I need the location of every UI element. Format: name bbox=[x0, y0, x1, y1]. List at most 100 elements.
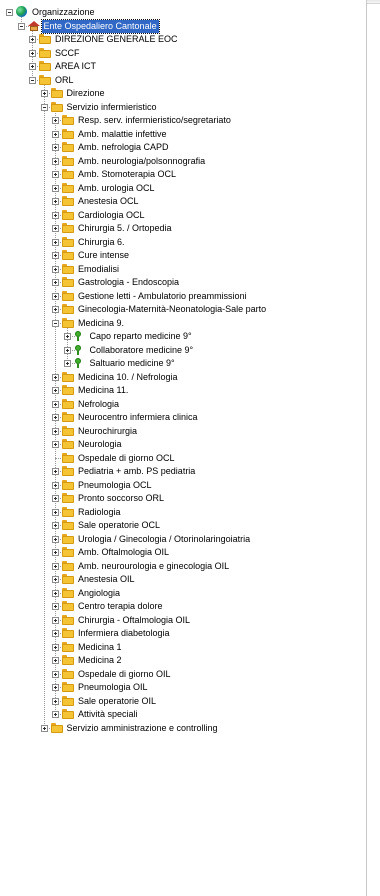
tree-node-pneumologia-ocl[interactable]: Pneumologia OCL bbox=[0, 479, 367, 492]
tree-node-sccf[interactable]: SCCF bbox=[0, 47, 367, 60]
expand-icon[interactable] bbox=[52, 117, 59, 124]
tree-node-sale-operatorie-oil[interactable]: Sale operatorie OIL bbox=[0, 695, 367, 708]
expand-icon[interactable] bbox=[29, 49, 36, 57]
expand-icon[interactable] bbox=[52, 535, 59, 543]
expand-icon[interactable] bbox=[52, 616, 59, 624]
tree-node-amb-oftalmologia-oil[interactable]: Amb. Oftalmologia OIL bbox=[0, 546, 367, 559]
collapse-icon[interactable] bbox=[6, 9, 13, 16]
expand-icon[interactable] bbox=[52, 252, 59, 259]
expand-icon[interactable] bbox=[52, 265, 59, 273]
tree-node-ospedale-di-giorno-oil[interactable]: Ospedale di giorno OIL bbox=[0, 668, 367, 681]
expand-icon[interactable] bbox=[52, 562, 59, 570]
tree-node-amb-neurourologia-e-ginecologia-oil[interactable]: Amb. neurourologia e ginecologia OIL bbox=[0, 560, 367, 573]
expand-icon[interactable] bbox=[52, 292, 59, 300]
expand-icon[interactable] bbox=[52, 225, 59, 232]
tree-node-anestesia-oil[interactable]: Anestesia OIL bbox=[0, 573, 367, 586]
expand-icon[interactable] bbox=[52, 576, 59, 583]
tree-node-sale-operatorie-ocl[interactable]: Sale operatorie OCL bbox=[0, 519, 367, 532]
tree-node-radiologia[interactable]: Radiologia bbox=[0, 506, 367, 519]
tree-node-emodialisi[interactable]: Emodialisi bbox=[0, 263, 367, 276]
tree-node-pediatria-amb-ps-pediatria[interactable]: Pediatria + amb. PS pediatria bbox=[0, 465, 367, 478]
expand-icon[interactable] bbox=[52, 414, 59, 421]
tree-node-cure-intense[interactable]: Cure intense bbox=[0, 249, 367, 262]
tree-node-direzione[interactable]: Direzione bbox=[0, 87, 367, 100]
tree-node-direzione-generale-eoc[interactable]: DIREZIONE GENERALE EOC bbox=[0, 33, 367, 46]
tree-node-saltuario-medicine-9[interactable]: Saltuario medicine 9° bbox=[0, 357, 367, 370]
tree-node-urologia-ginecologia-otorinolaringoiatria[interactable]: Urologia / Ginecologia / Otorinolaringoi… bbox=[0, 533, 367, 546]
collapse-icon[interactable] bbox=[17, 22, 25, 30]
expand-icon[interactable] bbox=[52, 184, 59, 192]
tree-node-area-ict[interactable]: AREA ICT bbox=[0, 60, 367, 73]
expand-icon[interactable] bbox=[52, 495, 59, 502]
tree-node-servizio-amministrazione-e-controlling[interactable]: Servizio amministrazione e controlling bbox=[0, 722, 367, 735]
expand-icon[interactable] bbox=[40, 724, 48, 732]
expand-icon[interactable] bbox=[52, 468, 59, 475]
collapse-icon[interactable] bbox=[52, 319, 59, 327]
organization-tree[interactable]: Organizzazione Ente Ospedaliero Cantonale… bbox=[0, 0, 367, 896]
tree-node-capo-reparto-medicine-9[interactable]: Capo reparto medicine 9° bbox=[0, 330, 367, 343]
expand-icon[interactable] bbox=[52, 238, 59, 246]
expand-icon[interactable] bbox=[52, 441, 59, 448]
expand-icon[interactable] bbox=[52, 549, 59, 556]
tree-node-neurologia[interactable]: Neurologia bbox=[0, 438, 367, 451]
tree-node-servizio-infermieristico[interactable]: Servizio infermieristico bbox=[0, 101, 367, 114]
tree-node-angiologia[interactable]: Angiologia bbox=[0, 587, 367, 600]
tree-node-chirurgia-5-ortopedia[interactable]: Chirurgia 5. / Ortopedia bbox=[0, 222, 367, 235]
expand-icon[interactable] bbox=[52, 670, 59, 678]
expand-icon[interactable] bbox=[52, 643, 59, 651]
tree-node-resp-serv-infermieristico-segretariato[interactable]: Resp. serv. infermieristico/segretariato bbox=[0, 114, 367, 127]
tree-node-neurocentro-infermiera-clinica[interactable]: Neurocentro infermiera clinica bbox=[0, 411, 367, 424]
expand-icon[interactable] bbox=[29, 63, 36, 70]
tree-node-amb-nefrologia-capd[interactable]: Amb. nefrologia CAPD bbox=[0, 141, 367, 154]
tree-node-medicina-10-nefrologia[interactable]: Medicina 10. / Nefrologia bbox=[0, 371, 367, 384]
tree-node-cardiologia-ocl[interactable]: Cardiologia OCL bbox=[0, 209, 367, 222]
expand-icon[interactable] bbox=[52, 711, 59, 718]
tree-node-amb-malattie-infettive[interactable]: Amb. malattie infettive bbox=[0, 128, 367, 141]
collapse-icon[interactable] bbox=[40, 103, 48, 111]
tree-node-nefrologia[interactable]: Nefrologia bbox=[0, 398, 367, 411]
expand-icon[interactable] bbox=[52, 373, 59, 381]
collapse-icon[interactable] bbox=[29, 76, 36, 84]
tree-node-medicina-2[interactable]: Medicina 2 bbox=[0, 654, 367, 667]
expand-icon[interactable] bbox=[52, 387, 59, 394]
expand-icon[interactable] bbox=[52, 657, 59, 664]
expand-icon[interactable] bbox=[52, 198, 59, 205]
tree-node-pneumologia-oil[interactable]: Pneumologia OIL bbox=[0, 681, 367, 694]
tree-node-medicina-9[interactable]: Medicina 9. bbox=[0, 317, 367, 330]
tree-node-gastrologia-endoscopia[interactable]: Gastrologia - Endoscopia bbox=[0, 276, 367, 289]
expand-icon[interactable] bbox=[63, 360, 71, 367]
tree-node-neurochirurgia[interactable]: Neurochirurgia bbox=[0, 425, 367, 438]
expand-icon[interactable] bbox=[52, 400, 59, 408]
expand-icon[interactable] bbox=[52, 279, 59, 286]
tree-node-attivita-speciali[interactable]: Attività speciali bbox=[0, 708, 367, 721]
expand-icon[interactable] bbox=[52, 603, 59, 610]
tree-node-amb-neurologia-polsonnografia[interactable]: Amb. neurologia/polsonnografia bbox=[0, 155, 367, 168]
expand-icon[interactable] bbox=[52, 630, 59, 637]
tree-node-ginecologia-maternita-neonatologia-sale-parto[interactable]: Ginecologia-Maternità-Neonatologia-Sale … bbox=[0, 303, 367, 316]
expand-icon[interactable] bbox=[52, 481, 59, 489]
tree-node-ospedale-di-giorno-ocl[interactable]: Ospedale di giorno OCL bbox=[0, 452, 367, 465]
tree-node-centro-terapia-dolore[interactable]: Centro terapia dolore bbox=[0, 600, 367, 613]
tree-node-orl[interactable]: ORL bbox=[0, 74, 367, 87]
expand-icon[interactable] bbox=[52, 144, 59, 151]
expand-icon[interactable] bbox=[52, 522, 59, 529]
tree-node-collaboratore-medicine-9[interactable]: Collaboratore medicine 9° bbox=[0, 344, 367, 357]
expand-icon[interactable] bbox=[52, 157, 59, 165]
tree-node-medicina-11[interactable]: Medicina 11. bbox=[0, 384, 367, 397]
expand-icon[interactable] bbox=[52, 697, 59, 705]
tree-node-gestione-letti-ambulatorio-preammissioni[interactable]: Gestione letti - Ambulatorio preammissio… bbox=[0, 290, 367, 303]
tree-node-ente-ospedaliero-cantonale[interactable]: Ente Ospedaliero Cantonale bbox=[0, 18, 367, 34]
tree-node-infermiera-diabetologia[interactable]: Infermiera diabetologia bbox=[0, 627, 367, 640]
tree-node-chirurgia-oftalmologia-oil[interactable]: Chirurgia - Oftalmologia OIL bbox=[0, 614, 367, 627]
expand-icon[interactable] bbox=[40, 90, 48, 97]
tree-node-pronto-soccorso-orl[interactable]: Pronto soccorso ORL bbox=[0, 492, 367, 505]
tree-node-amb-stomoterapia-ocl[interactable]: Amb. Stomoterapia OCL bbox=[0, 168, 367, 181]
expand-icon[interactable] bbox=[29, 36, 36, 43]
tree-node-medicina-1[interactable]: Medicina 1 bbox=[0, 641, 367, 654]
tree-node-amb-urologia-ocl[interactable]: Amb. urologia OCL bbox=[0, 182, 367, 195]
expand-icon[interactable] bbox=[63, 346, 71, 354]
tree-node-chirurgia-6[interactable]: Chirurgia 6. bbox=[0, 236, 367, 249]
tree-node-anestesia-ocl[interactable]: Anestesia OCL bbox=[0, 195, 367, 208]
expand-icon[interactable] bbox=[52, 211, 59, 219]
expand-icon[interactable] bbox=[52, 130, 59, 138]
